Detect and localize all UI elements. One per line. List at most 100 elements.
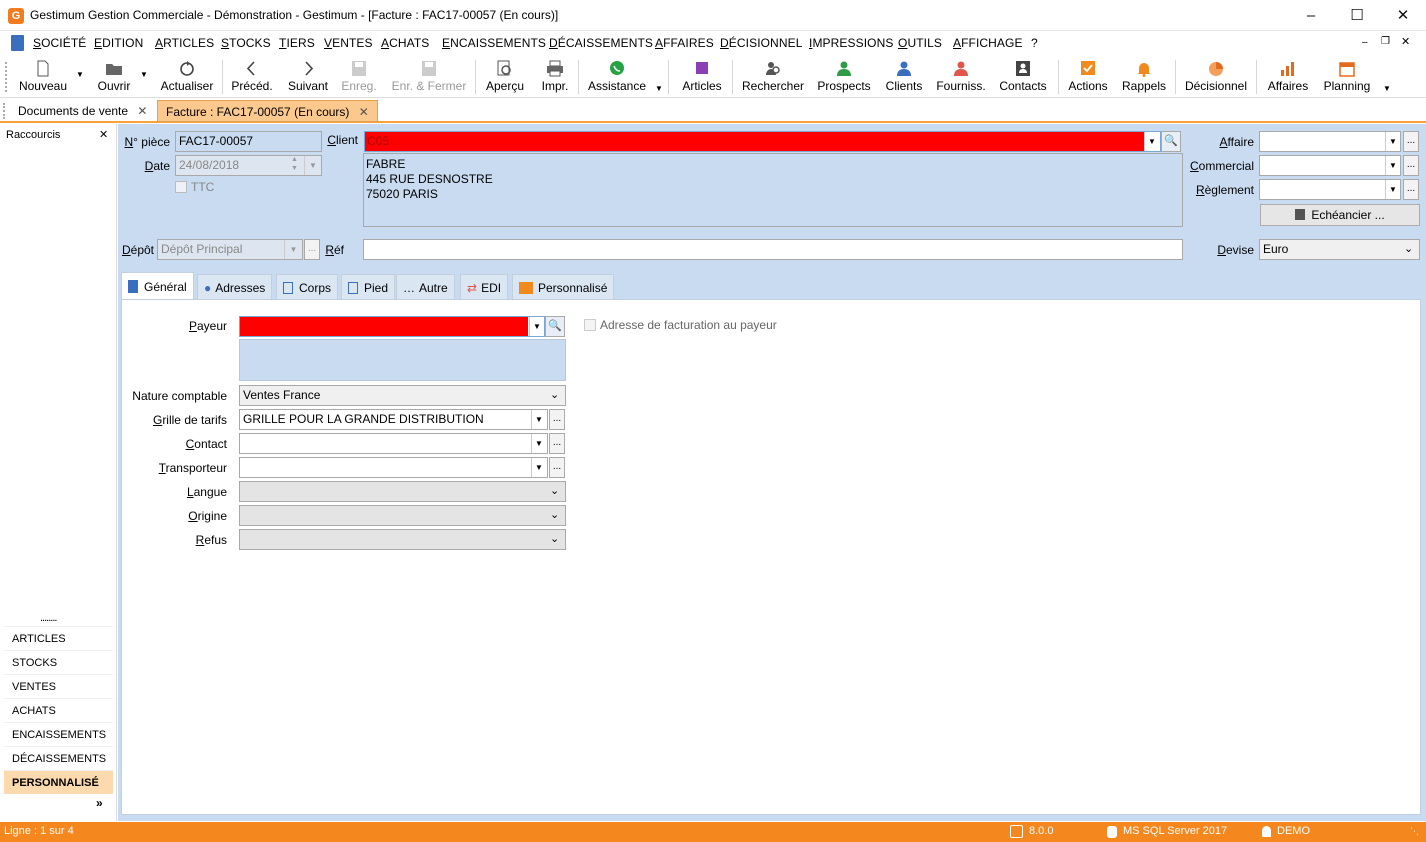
actions-button[interactable]: Actions	[1064, 56, 1112, 98]
minimize-icon[interactable]: –	[1288, 0, 1334, 31]
payeur-combo[interactable]: ▼	[239, 316, 545, 337]
tab-autre[interactable]: … Autre	[396, 274, 455, 300]
next-button[interactable]: Suivant	[284, 56, 332, 98]
contact-dropdown-icon[interactable]: ▼	[531, 434, 546, 453]
piece-number-field[interactable]: FAC17-00057	[175, 131, 322, 152]
depot-more-button[interactable]: ...	[304, 239, 320, 260]
menu-stocks[interactable]: STOCKS	[221, 36, 271, 50]
articles-button[interactable]: Articles	[678, 56, 726, 98]
menu-edition[interactable]: EDITION	[94, 36, 143, 50]
open-button[interactable]: Ouvrir	[92, 56, 136, 98]
resize-grip-icon[interactable]: ⋱	[1410, 826, 1419, 837]
refresh-button[interactable]: Actualiser	[158, 56, 216, 98]
close-tab-icon[interactable]: ✕	[359, 105, 369, 119]
assistance-dropdown-icon[interactable]: ▼	[655, 84, 663, 93]
contact-more-button[interactable]: ...	[549, 433, 565, 454]
toolbar-grip[interactable]	[5, 62, 7, 92]
date-spinner-icon[interactable]: ▲ ▼	[291, 156, 298, 173]
reglement-more-button[interactable]: ...	[1403, 179, 1419, 200]
preview-button[interactable]: Aperçu	[483, 56, 527, 98]
commercial-field[interactable]: ▼	[1259, 155, 1401, 176]
langue-select[interactable]: ⌄	[239, 481, 566, 502]
menu-articles[interactable]: ARTICLES	[155, 36, 214, 50]
reglement-field[interactable]: ▼	[1259, 179, 1401, 200]
planning-button[interactable]: Planning	[1320, 56, 1374, 98]
menu-societe[interactable]: SOCIÉTÉ	[33, 36, 86, 50]
origine-select[interactable]: ⌄	[239, 505, 566, 526]
sidebar-item-articles[interactable]: ARTICLES	[4, 626, 113, 650]
menu-decaissements[interactable]: DÉCAISSEMENTS	[549, 36, 653, 50]
save-and-close-button[interactable]: Enr. & Fermer	[389, 56, 469, 98]
previous-button[interactable]: Précéd.	[228, 56, 276, 98]
close-tab-icon[interactable]: ✕	[137, 104, 147, 118]
sidebar-item-encaissements[interactable]: ENCAISSEMENTS	[4, 722, 113, 746]
decisionnel-button[interactable]: Décisionnel	[1182, 56, 1250, 98]
affaire-dropdown-icon[interactable]: ▼	[1385, 132, 1400, 151]
menu-tiers[interactable]: TIERS	[279, 36, 315, 50]
contact-field[interactable]: ▼	[239, 433, 548, 454]
sidebar-item-decaissements[interactable]: DÉCAISSEMENTS	[4, 746, 113, 770]
adresse-facturation-checkbox[interactable]	[584, 319, 596, 331]
nature-chevron-down-icon[interactable]: ⌄	[550, 386, 559, 405]
grille-dropdown-icon[interactable]: ▼	[531, 410, 546, 429]
sidebar-more-icon[interactable]: »	[96, 796, 103, 810]
commercial-more-button[interactable]: ...	[1403, 155, 1419, 176]
print-button[interactable]: Impr.	[535, 56, 575, 98]
client-dropdown-icon[interactable]: ▼	[1144, 132, 1159, 151]
maximize-icon[interactable]: ☐	[1334, 0, 1380, 31]
menu-encaissements[interactable]: ENCAISSEMENTS	[442, 36, 546, 50]
langue-chevron-down-icon[interactable]: ⌄	[550, 482, 559, 501]
menu-impressions[interactable]: IMPRESSIONS	[809, 36, 893, 50]
date-field[interactable]: 24/08/2018 ▲ ▼ ▼	[175, 155, 322, 176]
tab-pied[interactable]: Pied	[341, 274, 396, 300]
origine-chevron-down-icon[interactable]: ⌄	[550, 506, 559, 525]
tab-personnalise[interactable]: Personnalisé	[512, 274, 615, 300]
sidebar-item-achats[interactable]: ACHATS	[4, 698, 113, 722]
menu-decisionnel[interactable]: DÉCISIONNEL	[720, 36, 802, 50]
new-button[interactable]: Nouveau	[16, 56, 70, 98]
devise-chevron-down-icon[interactable]: ⌄	[1404, 240, 1413, 259]
mdi-close-icon[interactable]: ✕	[1401, 35, 1410, 48]
tab-documents-de-vente[interactable]: Documents de vente ✕	[10, 100, 155, 122]
search-button[interactable]: Rechercher	[740, 56, 806, 98]
affaire-more-button[interactable]: ...	[1403, 131, 1419, 152]
refus-chevron-down-icon[interactable]: ⌄	[550, 530, 559, 549]
grille-field[interactable]: GRILLE POUR LA GRANDE DISTRIBUTION ▼	[239, 409, 548, 430]
sidebar-item-ventes[interactable]: VENTES	[4, 674, 113, 698]
client-combo[interactable]: C05 ▼	[364, 131, 1161, 152]
menu-achats[interactable]: ACHATS	[381, 36, 429, 50]
commercial-dropdown-icon[interactable]: ▼	[1385, 156, 1400, 175]
affaire-field[interactable]: ▼	[1259, 131, 1401, 152]
ttc-checkbox[interactable]	[175, 181, 187, 193]
payeur-dropdown-icon[interactable]: ▼	[529, 317, 544, 336]
mdi-minimize-icon[interactable]: –	[1362, 37, 1368, 48]
close-sidebar-icon[interactable]: ✕	[99, 128, 108, 141]
menu-affaires[interactable]: AFFAIRES	[655, 36, 714, 50]
echeancier-button[interactable]: Echéancier ...	[1260, 204, 1420, 226]
tab-general[interactable]: Général	[121, 272, 194, 300]
prospects-button[interactable]: Prospects	[814, 56, 874, 98]
ref-field[interactable]	[363, 239, 1183, 260]
menu-ventes[interactable]: VENTES	[324, 36, 373, 50]
grille-more-button[interactable]: ...	[549, 409, 565, 430]
sidebar-item-personnalise[interactable]: PERSONNALISÉ	[4, 770, 113, 794]
assistance-button[interactable]: Assistance	[586, 56, 648, 98]
close-icon[interactable]: ✕	[1380, 0, 1426, 31]
new-dropdown-icon[interactable]: ▼	[76, 70, 84, 79]
tab-edi[interactable]: ⇄ EDI	[460, 274, 509, 300]
tab-corps[interactable]: Corps	[276, 274, 339, 300]
transporteur-field[interactable]: ▼	[239, 457, 548, 478]
menu-affichage[interactable]: AFFICHAGE	[953, 36, 1023, 50]
document-menu-icon[interactable]	[11, 35, 24, 51]
reglement-dropdown-icon[interactable]: ▼	[1385, 180, 1400, 199]
menu-outils[interactable]: OUTILS	[898, 36, 942, 50]
menu-help[interactable]: ?	[1031, 36, 1038, 50]
devise-select[interactable]: Euro ⌄	[1259, 239, 1420, 260]
depot-dropdown-icon[interactable]: ▼	[284, 240, 302, 259]
sidebar-splitter[interactable]: ........	[40, 612, 57, 624]
date-dropdown-icon[interactable]: ▼	[304, 156, 321, 175]
payeur-search-icon[interactable]: 🔍	[545, 316, 565, 337]
suppliers-button[interactable]: Fourniss.	[934, 56, 988, 98]
toolbar-overflow-icon[interactable]: ▼	[1383, 84, 1391, 93]
clients-button[interactable]: Clients	[882, 56, 926, 98]
